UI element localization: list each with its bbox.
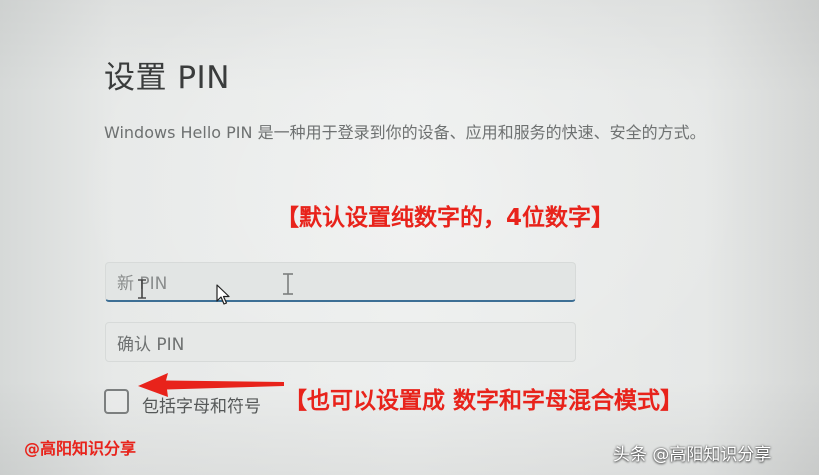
page-title: 设置 PIN — [104, 60, 230, 96]
confirm-pin-input[interactable]: 确认 PIN — [105, 322, 576, 362]
page-description: Windows Hello PIN 是一种用于登录到你的设备、应用和服务的快速、… — [104, 123, 706, 142]
red-arrow-icon — [138, 373, 284, 397]
include-letters-checkbox[interactable] — [104, 389, 129, 414]
watermark-right: 头条 @高阳知识分享 — [613, 445, 772, 465]
confirm-pin-placeholder: 确认 PIN — [117, 334, 185, 355]
text-caret-icon — [138, 279, 146, 299]
annotation-mixed-mode: 【也可以设置成 数字和字母混合模式】 — [284, 388, 684, 414]
i-beam-cursor-icon — [283, 273, 293, 295]
new-pin-input[interactable]: 新 PIN — [105, 262, 576, 302]
watermark-left: @高阳知识分享 — [24, 439, 137, 458]
annotation-default-numeric: 【默认设置纯数字的，4位数字】 — [276, 205, 615, 231]
mouse-pointer-icon — [216, 284, 230, 305]
